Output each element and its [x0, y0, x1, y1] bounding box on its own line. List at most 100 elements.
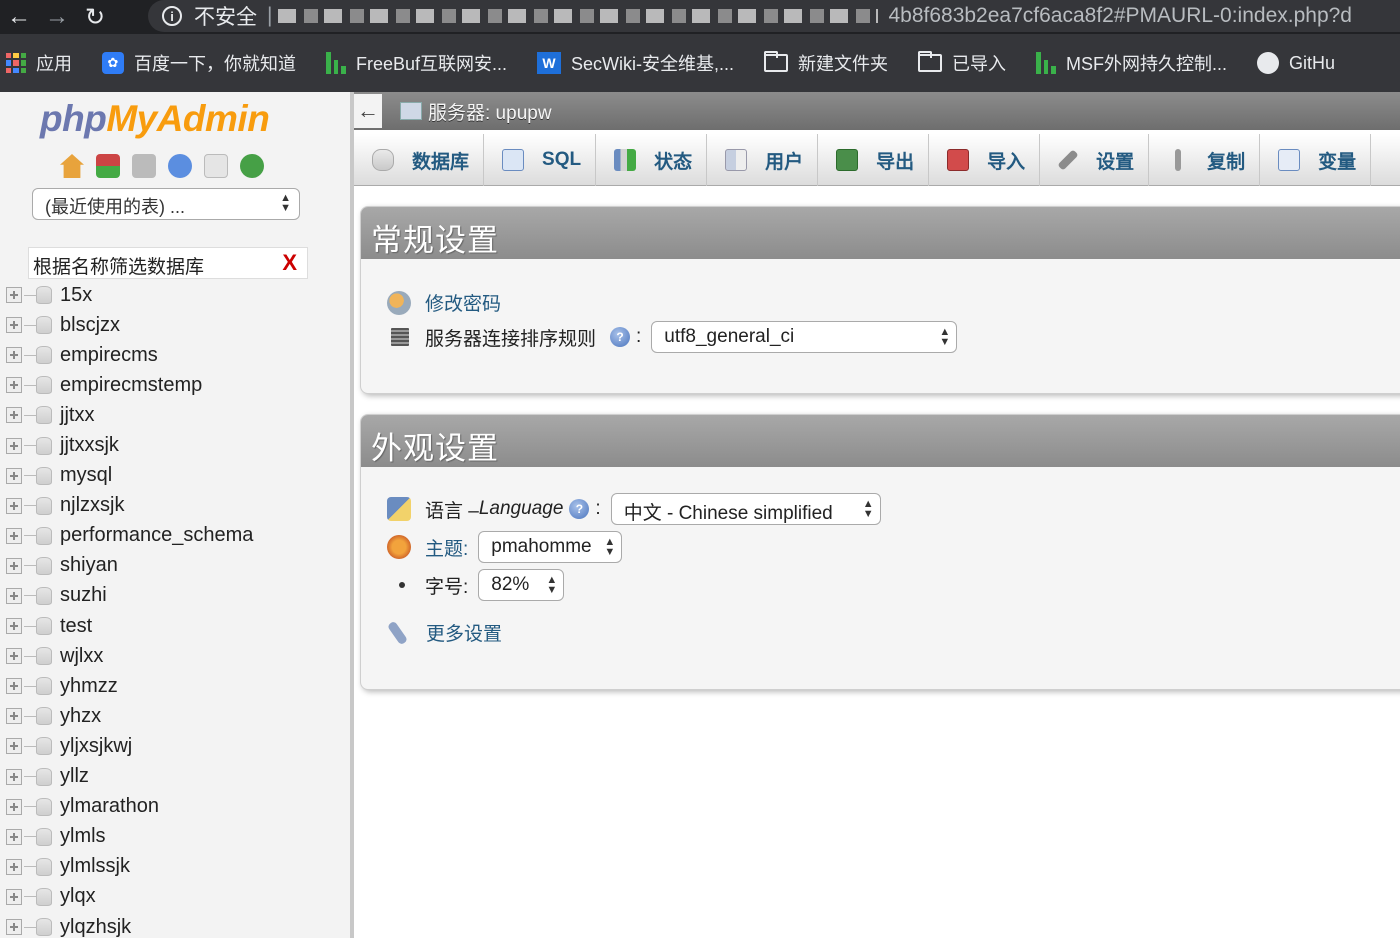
expand-icon[interactable] [6, 497, 22, 514]
database-name[interactable]: ylqzhsjk [60, 916, 131, 938]
database-item[interactable]: ylqx [0, 882, 350, 912]
database-item[interactable]: performance_schema [0, 521, 350, 551]
expand-icon[interactable] [6, 437, 22, 454]
database-name[interactable]: jjtxx [60, 404, 94, 427]
database-item[interactable]: empirecms [0, 340, 350, 370]
collation-select[interactable]: utf8_general_ci ▲ ▼ [651, 321, 958, 353]
database-item[interactable]: suzhi [0, 581, 350, 611]
database-item[interactable]: njlzxsjk [0, 491, 350, 521]
tab-variables[interactable]: 变量 [1260, 134, 1372, 186]
database-icon[interactable] [36, 677, 52, 696]
reload-icon[interactable]: ↻ [76, 0, 114, 34]
tab-replication[interactable]: 复制 [1149, 134, 1261, 186]
database-icon[interactable] [36, 797, 52, 816]
database-name[interactable]: yljxsjkwj [60, 735, 132, 758]
expand-icon[interactable] [6, 317, 22, 334]
theme-select[interactable]: pmahomme ▲ ▼ [478, 531, 623, 563]
bookmark-imported[interactable]: 已导入 [918, 50, 1006, 76]
database-name[interactable]: mysql [60, 464, 112, 487]
database-item[interactable]: ylmarathon [0, 792, 350, 822]
expand-icon[interactable] [6, 768, 22, 785]
database-name[interactable]: ylqx [60, 885, 96, 908]
database-name[interactable]: yllz [60, 765, 89, 788]
help-icon[interactable]: ? [610, 327, 631, 347]
language-select[interactable]: 中文 - Chinese simplified ▲ ▼ [610, 493, 881, 525]
database-item[interactable]: yllz [0, 762, 350, 792]
database-icon[interactable] [36, 346, 52, 365]
tab-settings[interactable]: 设置 [1040, 134, 1150, 186]
bookmark-new-folder[interactable]: 新建文件夹 [764, 50, 888, 76]
expand-icon[interactable] [6, 738, 22, 755]
back-arrow-icon[interactable]: ← [0, 0, 38, 34]
expand-icon[interactable] [6, 618, 22, 635]
database-name[interactable]: empirecms [60, 344, 158, 367]
more-settings-link[interactable]: 更多设置 [426, 619, 502, 646]
tab-export[interactable]: 导出 [818, 134, 930, 186]
database-name[interactable]: empirecmstemp [60, 374, 202, 397]
expand-icon[interactable] [6, 678, 22, 695]
database-item[interactable]: ylqzhsjk [0, 912, 350, 938]
database-item[interactable]: yhzx [0, 701, 350, 731]
expand-icon[interactable] [6, 648, 22, 665]
tab-sql[interactable]: SQL [484, 134, 597, 186]
database-name[interactable]: shiyan [60, 554, 118, 577]
bookmark-apps[interactable]: 应用 [6, 50, 72, 76]
database-filter-input[interactable]: 根据名称筛选数据库 X [28, 247, 308, 279]
bookmark-msf[interactable]: MSF外网持久控制... [1036, 50, 1227, 76]
database-item[interactable]: ylmlssjk [0, 852, 350, 882]
database-item[interactable]: yhmzz [0, 671, 350, 701]
database-name[interactable]: ylmarathon [60, 795, 159, 818]
server-breadcrumb[interactable]: 服务器: upupw [428, 98, 552, 125]
help-icon[interactable]: ? [569, 499, 590, 519]
url-field[interactable]: i 不安全 | 4b8f683b2ea7cf6aca8f2#PMAURL-0:i… [148, 0, 1400, 32]
phpmyadmin-logo[interactable]: phpMyAdmin [40, 98, 270, 140]
database-name[interactable]: suzhi [60, 584, 107, 607]
security-label[interactable]: 不安全 [194, 1, 257, 31]
forward-arrow-icon[interactable]: → [38, 0, 76, 34]
database-icon[interactable] [36, 767, 52, 786]
database-name[interactable]: yhmzz [60, 675, 118, 698]
info-icon[interactable]: i [162, 6, 182, 26]
database-icon[interactable] [36, 827, 52, 846]
database-icon[interactable] [36, 316, 52, 335]
database-icon[interactable] [36, 286, 52, 305]
expand-icon[interactable] [6, 798, 22, 815]
database-name[interactable]: njlzxsjk [60, 494, 124, 517]
database-icon[interactable] [36, 737, 52, 756]
bookmark-baidu[interactable]: ✿ 百度一下，你就知道 [102, 50, 296, 76]
database-icon[interactable] [36, 466, 52, 485]
home-icon[interactable] [60, 154, 84, 178]
expand-icon[interactable] [6, 828, 22, 845]
expand-icon[interactable] [6, 888, 22, 905]
database-name[interactable]: wjlxx [60, 645, 103, 668]
database-icon[interactable] [36, 887, 52, 906]
database-item[interactable]: mysql [0, 461, 350, 491]
database-icon[interactable] [36, 857, 52, 876]
database-item[interactable]: yljxsjkwj [0, 731, 350, 761]
recent-tables-select[interactable]: (最近使用的表) ... ▲ ▼ [32, 188, 300, 220]
database-icon[interactable] [36, 707, 52, 726]
theme-label[interactable]: 主题: [425, 534, 468, 561]
database-item[interactable]: shiyan [0, 551, 350, 581]
database-icon[interactable] [36, 617, 52, 636]
database-icon[interactable] [36, 496, 52, 515]
database-icon[interactable] [36, 436, 52, 455]
collapse-navigation-button[interactable]: ← [354, 94, 382, 128]
expand-icon[interactable] [6, 557, 22, 574]
tab-databases[interactable]: 数据库 [354, 134, 485, 186]
database-item[interactable]: wjlxx [0, 641, 350, 671]
expand-icon[interactable] [6, 919, 22, 936]
database-name[interactable]: ylmlssjk [60, 855, 130, 878]
database-name[interactable]: blscjzx [60, 314, 120, 337]
reload-navigation-icon[interactable] [240, 154, 264, 178]
database-icon[interactable] [36, 376, 52, 395]
font-size-select[interactable]: 82% ▲ ▼ [478, 569, 565, 601]
database-icon[interactable] [36, 918, 52, 937]
database-icon[interactable] [36, 556, 52, 575]
bookmark-github[interactable]: GitHu [1257, 52, 1335, 74]
expand-icon[interactable] [6, 467, 22, 484]
expand-icon[interactable] [6, 347, 22, 364]
change-password-link[interactable]: 修改密码 [425, 289, 501, 316]
url-text[interactable]: 4b8f683b2ea7cf6aca8f2#PMAURL-0:index.php… [888, 4, 1352, 28]
database-item[interactable]: blscjzx [0, 310, 350, 340]
